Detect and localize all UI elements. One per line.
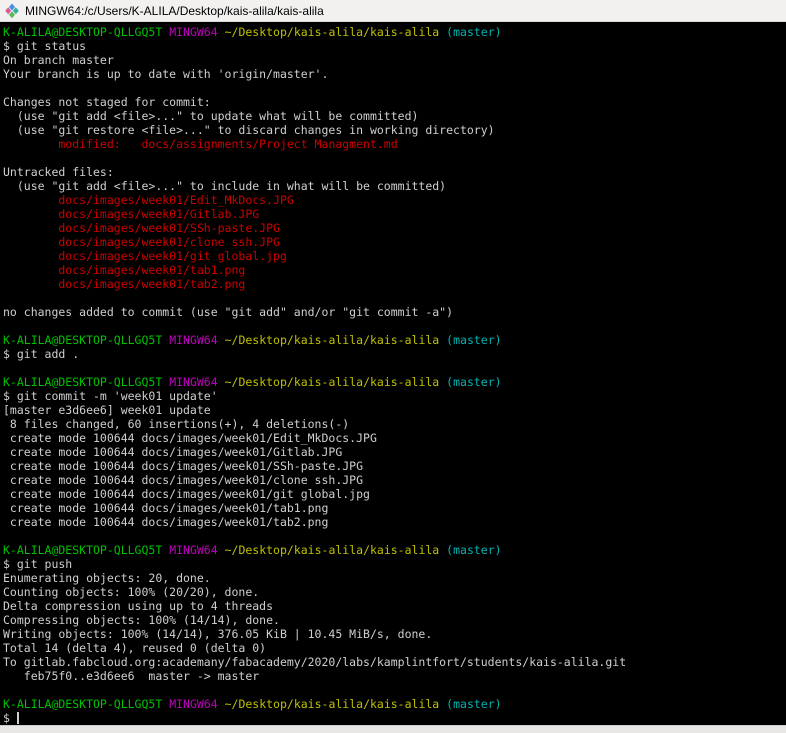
terminal-line: Enumerating objects: 20, done.: [3, 571, 211, 585]
terminal-line: $ git add .: [3, 347, 80, 361]
window-bottom-edge: [0, 725, 786, 733]
prompt-branch: (master): [446, 543, 502, 557]
prompt-line: K-ALILA@DESKTOP-QLLGQ5T MINGW64 ~/Deskto…: [3, 25, 786, 39]
prompt-user-host: K-ALILA@DESKTOP-QLLGQ5T: [3, 543, 163, 557]
terminal-line: Delta compression using up to 4 threads: [3, 599, 274, 613]
terminal-line: $ git commit -m 'week01 update': [3, 389, 218, 403]
prompt-path: ~/Desktop/kais-alila/kais-alila: [224, 375, 440, 389]
terminal-line: Writing objects: 100% (14/14), 376.05 Ki…: [3, 627, 433, 641]
terminal-line: Total 14 (delta 4), reused 0 (delta 0): [3, 641, 267, 655]
terminal-line: [master e3d6ee6] week01 update: [3, 403, 211, 417]
terminal-line: create mode 100644 docs/images/week01/ta…: [3, 501, 329, 515]
prompt-environment: MINGW64: [169, 25, 218, 39]
terminal-line: $ git status: [3, 39, 87, 53]
prompt-environment: MINGW64: [169, 333, 218, 347]
terminal-window: MINGW64:/c/Users/K-ALILA/Desktop/kais-al…: [0, 0, 786, 733]
terminal-line: create mode 100644 docs/images/week01/Ed…: [3, 431, 377, 445]
terminal-line: docs/images/week01/SSh-paste.JPG: [3, 221, 280, 235]
text-cursor: [16, 712, 19, 724]
prompt-line: K-ALILA@DESKTOP-QLLGQ5T MINGW64 ~/Deskto…: [3, 333, 786, 347]
prompt-path: ~/Desktop/kais-alila/kais-alila: [224, 697, 440, 711]
terminal-line: docs/images/week01/tab2.png: [3, 277, 246, 291]
terminal-line: modified: docs/assignments/Project Manag…: [3, 137, 398, 151]
terminal-line: create mode 100644 docs/images/week01/cl…: [3, 473, 364, 487]
terminal-line: docs/images/week01/tab1.png: [3, 263, 246, 277]
prompt-branch: (master): [446, 375, 502, 389]
terminal-line: On branch master: [3, 53, 114, 67]
terminal-line: docs/images/week01/clone ssh.JPG: [3, 235, 280, 249]
prompt-line: K-ALILA@DESKTOP-QLLGQ5T MINGW64 ~/Deskto…: [3, 375, 786, 389]
prompt-path: ~/Desktop/kais-alila/kais-alila: [224, 333, 440, 347]
terminal-line: create mode 100644 docs/images/week01/SS…: [3, 459, 364, 473]
window-title: MINGW64:/c/Users/K-ALILA/Desktop/kais-al…: [25, 3, 324, 18]
terminal-line: create mode 100644 docs/images/week01/gi…: [3, 487, 370, 501]
terminal-line: docs/images/week01/Edit_MkDocs.JPG: [3, 193, 294, 207]
terminal-line: Changes not staged for commit:: [3, 95, 211, 109]
prompt-environment: MINGW64: [169, 375, 218, 389]
prompt-user-host: K-ALILA@DESKTOP-QLLGQ5T: [3, 697, 163, 711]
terminal-line: Untracked files:: [3, 165, 114, 179]
terminal-line: docs/images/week01/Gitlab.JPG: [3, 207, 260, 221]
terminal-line: feb75f0..e3d6ee6 master -> master: [3, 669, 260, 683]
prompt-environment: MINGW64: [169, 543, 218, 557]
prompt-path: ~/Desktop/kais-alila/kais-alila: [224, 543, 440, 557]
terminal-line: create mode 100644 docs/images/week01/Gi…: [3, 445, 343, 459]
prompt-environment: MINGW64: [169, 697, 218, 711]
terminal-line: Your branch is up to date with 'origin/m…: [3, 67, 329, 81]
terminal-line: create mode 100644 docs/images/week01/ta…: [3, 515, 329, 529]
prompt-user-host: K-ALILA@DESKTOP-QLLGQ5T: [3, 25, 163, 39]
terminal-line: docs/images/week01/git global.jpg: [3, 249, 287, 263]
prompt-user-host: K-ALILA@DESKTOP-QLLGQ5T: [3, 375, 163, 389]
mingw-diamond-icon: [4, 3, 20, 19]
prompt-line: K-ALILA@DESKTOP-QLLGQ5T MINGW64 ~/Deskto…: [3, 543, 786, 557]
terminal-line: (use "git add <file>..." to update what …: [3, 109, 419, 123]
prompt-branch: (master): [446, 333, 502, 347]
prompt-branch: (master): [446, 697, 502, 711]
terminal-line: (use "git add <file>..." to include in w…: [3, 179, 447, 193]
prompt-line: K-ALILA@DESKTOP-QLLGQ5T MINGW64 ~/Deskto…: [3, 697, 786, 711]
prompt-user-host: K-ALILA@DESKTOP-QLLGQ5T: [3, 333, 163, 347]
prompt-branch: (master): [446, 25, 502, 39]
terminal-line: $: [3, 711, 19, 725]
terminal-line: 8 files changed, 60 insertions(+), 4 del…: [3, 417, 350, 431]
terminal-line: Compressing objects: 100% (14/14), done.: [3, 613, 280, 627]
terminal-line: (use "git restore <file>..." to discard …: [3, 123, 495, 137]
terminal-line: To gitlab.fabcloud.org:academany/fabacad…: [3, 655, 627, 669]
prompt-path: ~/Desktop/kais-alila/kais-alila: [224, 25, 440, 39]
terminal-line: $ git push: [3, 557, 73, 571]
terminal-line: no changes added to commit (use "git add…: [3, 305, 454, 319]
title-bar[interactable]: MINGW64:/c/Users/K-ALILA/Desktop/kais-al…: [0, 0, 786, 22]
terminal-line: Counting objects: 100% (20/20), done.: [3, 585, 260, 599]
terminal-output[interactable]: K-ALILA@DESKTOP-QLLGQ5T MINGW64 ~/Deskto…: [0, 22, 786, 725]
